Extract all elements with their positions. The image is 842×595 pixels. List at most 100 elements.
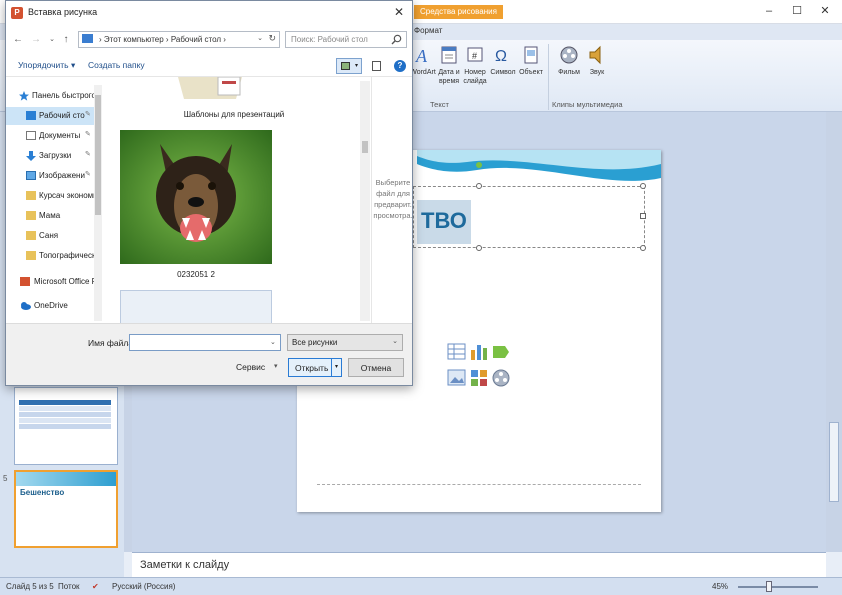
title-placeholder-box[interactable] [413, 186, 645, 248]
symbol-button[interactable]: Ω Символ [490, 44, 516, 77]
insert-clipart-icon[interactable] [469, 368, 489, 388]
insert-smartart-icon[interactable] [491, 342, 511, 362]
address-dropdown-icon[interactable]: ⌄ [257, 34, 263, 42]
group-media-label: Клипы мультимедиа [552, 100, 623, 109]
folder-thumbnail-icon[interactable] [170, 77, 250, 99]
editor-scrollbar[interactable] [826, 112, 842, 552]
nav-item-folder-topo[interactable]: Топографические [6, 247, 102, 265]
rotate-handle[interactable] [476, 162, 482, 168]
minimize-button[interactable]: – [760, 3, 778, 19]
notes-pane[interactable]: Заметки к слайду [132, 552, 826, 577]
preview-pane-icon[interactable] [372, 61, 381, 71]
nav-item-onedrive[interactable]: OneDrive [6, 297, 102, 315]
file-item-label[interactable]: 0232051 2 [120, 270, 272, 279]
scrollbar-thumb[interactable] [95, 95, 101, 215]
cancel-button[interactable]: Отмена [348, 358, 404, 377]
nav-scrollbar[interactable] [94, 85, 102, 321]
nav-item-ms-office[interactable]: Microsoft Office P [6, 273, 102, 291]
insert-picture-dialog: P Вставка рисунка ✕ ← → ⌄ ↑ › Этот компь… [5, 0, 413, 386]
pin-icon[interactable]: ✎ [85, 150, 91, 158]
resize-handle[interactable] [640, 213, 646, 219]
file-list-scrollbar[interactable] [360, 81, 370, 321]
svg-text:Ω: Ω [495, 48, 507, 65]
footer-placeholder[interactable] [317, 484, 641, 485]
screenshot-thumbnail[interactable] [120, 290, 272, 323]
context-tab-drawing-tools[interactable]: Средства рисования [414, 5, 503, 19]
file-type-select[interactable]: Все рисунки ⌄ [287, 334, 403, 351]
scrollbar-thumb[interactable] [362, 141, 368, 153]
file-list: Шаблоны для презентаций 0232051 2 [106, 77, 362, 323]
movie-button[interactable]: Фильм [556, 44, 582, 77]
status-theme: Поток [58, 582, 80, 591]
slide-number-icon: # [467, 47, 483, 62]
zoom-slider[interactable] [738, 586, 818, 588]
slide-number-5: 5 [3, 474, 8, 483]
nav-item-folder-mama[interactable]: Мама [6, 207, 102, 225]
insert-picture-icon[interactable] [447, 368, 467, 388]
forward-arrow-icon[interactable]: → [30, 33, 42, 47]
nav-item-folder-kursach[interactable]: Курсач экономи [6, 187, 102, 205]
resize-handle[interactable] [640, 183, 646, 189]
chevron-down-icon[interactable]: ⌄ [392, 337, 398, 345]
refresh-icon[interactable]: ↻ [268, 33, 276, 44]
help-icon[interactable]: ? [394, 60, 406, 72]
open-button[interactable]: Открыть ▾ [288, 358, 342, 377]
svg-text:A: A [415, 46, 428, 66]
insert-media-icon[interactable] [491, 368, 511, 388]
search-placeholder: Поиск: Рабочий стол [291, 35, 368, 44]
resize-handle[interactable] [640, 245, 646, 251]
insert-chart-icon[interactable] [469, 342, 489, 362]
notes-placeholder[interactable]: Заметки к слайду [140, 559, 229, 571]
object-icon [524, 46, 538, 64]
view-dropdown-icon[interactable]: ▾ [355, 62, 358, 69]
nav-item-documents[interactable]: Документы ✎ [6, 127, 102, 145]
nav-item-desktop[interactable]: Рабочий сто ✎ [6, 107, 102, 125]
spellcheck-icon[interactable]: ✔ [92, 582, 99, 591]
sound-button[interactable]: Звук [584, 44, 610, 77]
scrollbar-thumb[interactable] [829, 422, 839, 502]
dialog-close-button[interactable]: ✕ [391, 4, 407, 20]
change-view-button[interactable]: ▾ [336, 58, 362, 74]
search-icon[interactable] [391, 34, 402, 45]
maximize-button[interactable]: ☐ [788, 3, 806, 19]
object-button[interactable]: Объект [518, 44, 544, 77]
status-language[interactable]: Русский (Россия) [112, 582, 175, 591]
pin-icon[interactable]: ✎ [85, 130, 91, 138]
nav-item-downloads[interactable]: Загрузки ✎ [6, 147, 102, 165]
pin-icon[interactable]: ✎ [85, 170, 91, 178]
nav-item-quick-access[interactable]: Панель быстрого [6, 87, 102, 105]
close-app-button[interactable]: ✕ [816, 3, 834, 19]
address-bar[interactable]: › Этот компьютер › Рабочий стол › ⌄ ↻ [78, 31, 280, 48]
slide-number-button[interactable]: # Номер слайда [462, 44, 488, 86]
zoom-slider-thumb[interactable] [766, 581, 772, 592]
resize-handle[interactable] [476, 245, 482, 251]
nav-item-pictures[interactable]: Изображени ✎ [6, 167, 102, 185]
file-item-label[interactable]: Шаблоны для презентаций [106, 110, 362, 119]
address-path[interactable]: › Этот компьютер › Рабочий стол › [99, 35, 226, 44]
tab-format[interactable]: Формат [414, 26, 442, 35]
up-arrow-icon[interactable]: ↑ [60, 33, 72, 47]
tools-button[interactable]: Сервис [236, 362, 265, 372]
dog-photo-thumbnail[interactable] [120, 130, 272, 264]
organize-button[interactable]: Упорядочить ▾ [18, 60, 75, 71]
filename-input[interactable] [129, 334, 281, 351]
tools-dropdown-icon[interactable]: ▾ [274, 362, 278, 370]
pin-icon[interactable]: ✎ [85, 110, 91, 118]
nav-item-folder-sanya[interactable]: Саня [6, 227, 102, 245]
slide-thumbnail-4[interactable] [14, 387, 118, 465]
search-input[interactable]: Поиск: Рабочий стол [285, 31, 407, 48]
recent-locations-chevron-icon[interactable]: ⌄ [46, 33, 58, 47]
insert-table-icon[interactable] [447, 342, 467, 362]
star-icon [19, 91, 29, 101]
open-dropdown-icon[interactable]: ▾ [331, 359, 341, 376]
new-folder-button[interactable]: Создать папку [88, 60, 145, 70]
resize-handle[interactable] [476, 183, 482, 189]
downloads-icon [26, 151, 36, 161]
pictures-icon [26, 171, 36, 180]
wordart-button[interactable]: A WordArt [410, 44, 436, 77]
status-zoom[interactable]: 45% [712, 582, 728, 591]
datetime-button[interactable]: Дата и время [436, 44, 462, 86]
slide-thumbnail-5[interactable]: Бешенство [14, 470, 118, 548]
ribbon-separator [548, 44, 549, 110]
back-arrow-icon[interactable]: ← [12, 33, 24, 47]
